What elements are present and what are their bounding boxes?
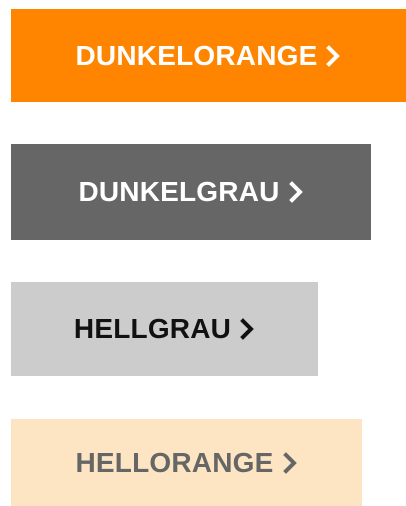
- button-label: DUNKELGRAU: [78, 176, 280, 207]
- dunkelgrau-button[interactable]: DUNKELGRAU: [11, 144, 371, 240]
- button-label: HELLGRAU: [73, 313, 232, 344]
- chevron-right-icon: [239, 318, 255, 340]
- chevron-right-icon: [282, 451, 298, 474]
- hellgrau-button[interactable]: HELLGRAU: [11, 282, 318, 376]
- chevron-right-icon: [325, 44, 341, 67]
- button-label: DUNKELORANGE: [75, 39, 318, 71]
- hellorange-button[interactable]: HELLORANGE: [11, 419, 362, 506]
- chevron-right-icon: [288, 181, 304, 203]
- dunkelorange-button[interactable]: DUNKELORANGE: [11, 9, 406, 102]
- button-label: HELLORANGE: [75, 446, 274, 478]
